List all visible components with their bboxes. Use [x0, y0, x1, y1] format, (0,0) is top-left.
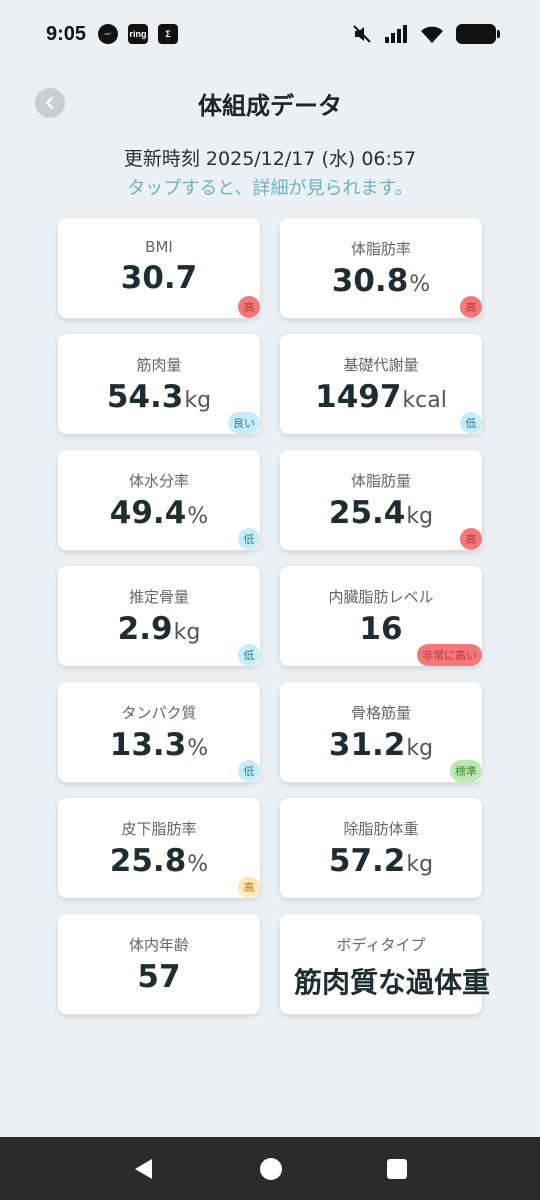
- metric-card[interactable]: 体脂肪率 30.8% 高: [280, 218, 482, 318]
- metric-label: 基礎代謝量: [343, 356, 419, 374]
- metric-card[interactable]: 骨格筋量 31.2kg 標準: [280, 682, 482, 782]
- metric-label: 推定骨量: [128, 588, 189, 606]
- metric-number: 16: [359, 611, 403, 647]
- metric-card[interactable]: ボディタイプ筋肉質な過体重: [280, 914, 490, 1014]
- metric-value: 25.4kg: [280, 495, 482, 531]
- metric-label: 骨格筋量: [350, 704, 411, 722]
- metric-label: 筋肉量: [136, 356, 182, 374]
- metric-value: 57.2kg: [280, 843, 482, 879]
- metric-unit: kg: [184, 388, 212, 413]
- metric-number: 57: [137, 959, 181, 995]
- metric-card[interactable]: 筋肉量 54.3kg 良い: [58, 334, 260, 434]
- metrics-grid: BMI 30.7 高体脂肪率 30.8% 高筋肉量 54.3kg 良い 基礎代謝量 1497kc…: [58, 218, 490, 1014]
- metric-value: 1497kcal: [280, 379, 482, 415]
- metric-value: 13.3%: [58, 727, 260, 763]
- metric-card[interactable]: 体内年齢 57: [58, 914, 260, 1014]
- metric-value: 54.3kg: [58, 379, 260, 415]
- metric-value: 31.2kg: [280, 727, 482, 763]
- metric-number: 49.4: [109, 495, 187, 531]
- recents-square-icon[interactable]: [386, 1158, 408, 1180]
- metric-value: 57: [58, 959, 260, 995]
- wifi-icon: [421, 26, 443, 43]
- metric-number: 25.8: [109, 843, 187, 879]
- home-circle-icon[interactable]: [259, 1157, 283, 1181]
- metric-value: 30.8%: [280, 263, 482, 299]
- metric-number: 25.4: [328, 495, 406, 531]
- metric-label: 体水分率: [128, 472, 189, 490]
- metric-unit: %: [187, 504, 209, 529]
- metric-unit: kg: [406, 736, 434, 761]
- header: 体組成データ: [0, 80, 540, 130]
- metric-number: 30.7: [120, 260, 198, 296]
- status-bar: 9:05 ring Σ: [0, 0, 540, 68]
- status-badge: 良い: [228, 412, 260, 434]
- status-icons: [352, 24, 500, 44]
- status-time: 9:05: [46, 22, 87, 45]
- status-badge: 非常に高い: [417, 644, 482, 666]
- metric-number: 30.8: [331, 263, 409, 299]
- tap-hint: タップすると、詳細が見られます。: [127, 178, 413, 199]
- ring-app-icon: ring: [128, 24, 149, 44]
- metric-value: 16: [280, 611, 482, 647]
- metric-value: 2.9kg: [58, 611, 260, 647]
- metric-label: BMI: [145, 238, 173, 256]
- metric-value: 49.4%: [58, 495, 260, 531]
- back-triangle-icon[interactable]: [132, 1157, 156, 1181]
- metric-card[interactable]: 体水分率 49.4% 低: [58, 450, 260, 550]
- metric-card[interactable]: 内臓脂肪レベル 16 非常に高い: [280, 566, 482, 666]
- metric-number: 31.2: [328, 727, 406, 763]
- status-badge: 高: [460, 296, 482, 318]
- metric-label: 体脂肪量: [350, 472, 411, 490]
- metric-unit: kg: [173, 620, 201, 645]
- metric-card[interactable]: BMI 30.7 高: [58, 218, 260, 318]
- metric-unit: %: [187, 736, 209, 761]
- metric-card[interactable]: 除脂肪体重 57.2kg: [280, 798, 482, 898]
- metric-value: 25.8%: [58, 843, 260, 879]
- metric-card[interactable]: 推定骨量 2.9kg 低: [58, 566, 260, 666]
- metric-card[interactable]: 皮下脂肪率 25.8% 高: [58, 798, 260, 898]
- metric-value: 30.7: [58, 260, 260, 296]
- metric-unit: kcal: [402, 388, 447, 413]
- status-badge: 低: [238, 644, 260, 666]
- status-badge: 低: [238, 760, 260, 782]
- metric-label: タンパク質: [121, 704, 197, 722]
- battery-icon: [456, 24, 500, 44]
- updated-time: 更新時刻 2025/12/17 (水) 06:57: [123, 148, 417, 170]
- metric-label: ボディタイプ: [336, 936, 426, 954]
- navigation-bar: [0, 1137, 540, 1200]
- status-badge: 高: [238, 296, 260, 318]
- metric-number: 57.2: [328, 843, 406, 879]
- metric-unit: kg: [406, 504, 434, 529]
- signal-icon: [385, 25, 407, 43]
- metric-number: 筋肉質な過体重: [293, 966, 490, 999]
- status-badge: 低: [460, 412, 482, 434]
- mute-icon: [353, 25, 371, 43]
- sigma-app-icon: Σ: [158, 24, 179, 44]
- metric-number: 54.3: [106, 379, 184, 415]
- metric-label: 内臓脂肪レベル: [328, 588, 434, 606]
- metric-card[interactable]: 基礎代謝量 1497kcal 低: [280, 334, 482, 434]
- status-badge: 高: [460, 528, 482, 550]
- metric-label: 皮下脂肪率: [121, 820, 197, 838]
- metric-value: 筋肉質な過体重: [276, 961, 508, 1001]
- metric-unit: %: [409, 272, 431, 297]
- metric-card[interactable]: タンパク質 13.3% 低: [58, 682, 260, 782]
- metric-number: 13.3: [109, 727, 187, 763]
- metric-unit: kg: [406, 852, 434, 877]
- metric-label: 体脂肪率: [350, 240, 411, 258]
- metric-label: 除脂肪体重: [343, 820, 419, 838]
- page-title: 体組成データ: [198, 92, 342, 120]
- status-badge: 低: [238, 528, 260, 550]
- metric-unit: %: [187, 852, 209, 877]
- metric-card[interactable]: 体脂肪量 25.4kg 高: [280, 450, 482, 550]
- status-badge: 高: [238, 876, 260, 898]
- metric-number: 2.9: [117, 611, 173, 647]
- status-badge: 標準: [450, 760, 482, 782]
- metric-number: 1497: [315, 379, 402, 415]
- messenger-icon: [98, 24, 119, 44]
- metric-label: 体内年齢: [128, 936, 189, 954]
